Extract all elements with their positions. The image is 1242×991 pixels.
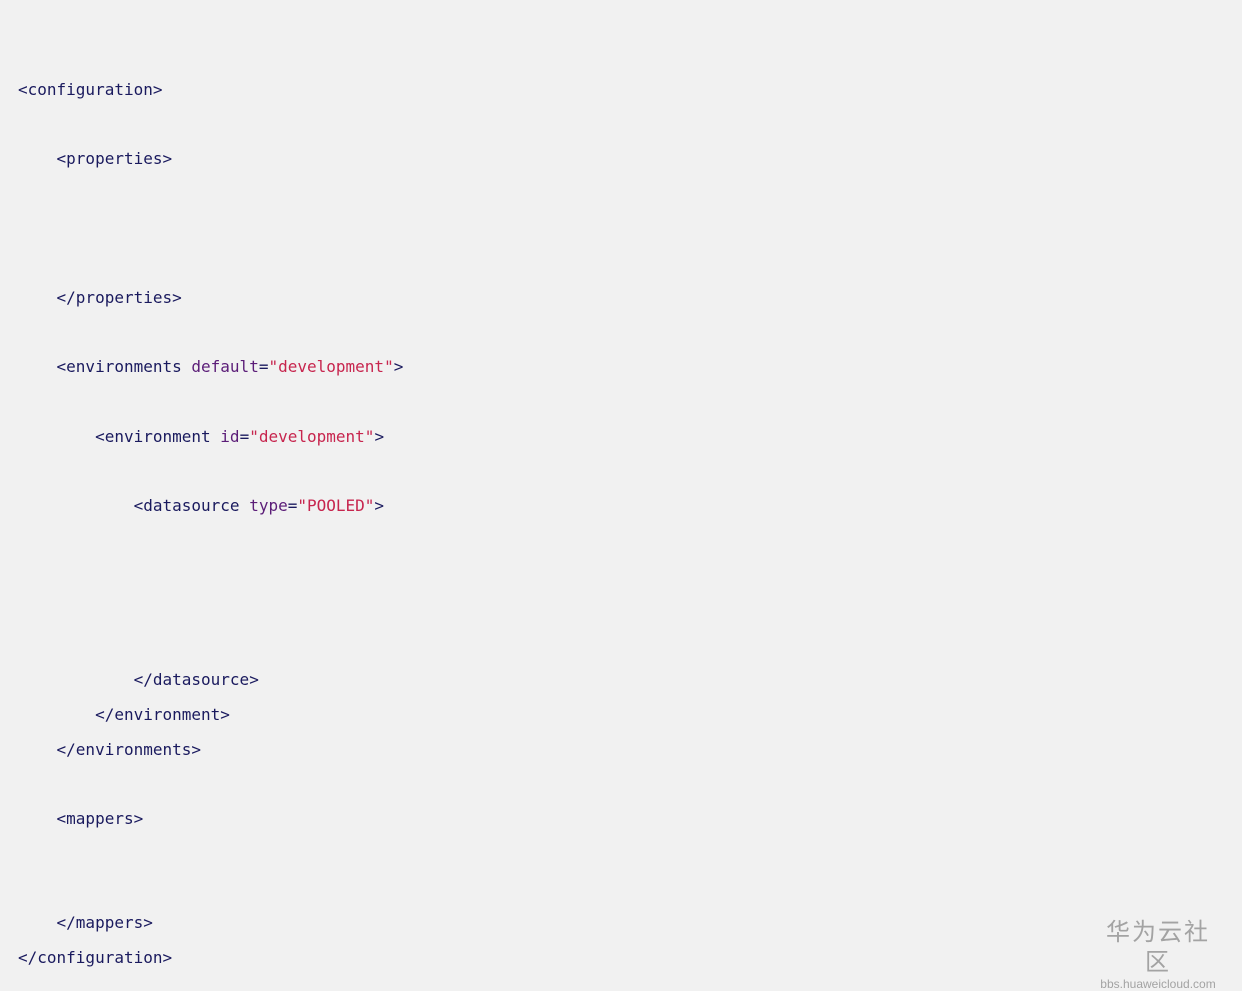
xml-tag-token: </configuration> [18,948,173,967]
xml-tag-token: > [393,357,404,376]
xml-tag-token: </mappers> [56,913,153,932]
xml-tag-token: > [374,496,385,515]
xml-tag-token: = [287,496,298,515]
xml-tag-token: <environments [56,357,192,376]
code-line: </datasource> [18,669,259,691]
xml-tag-token: </environment> [95,705,230,724]
code-line: <datasource type="POOLED"> [18,495,384,517]
xml-tag-token: > [374,427,385,446]
code-line: <configuration> [18,79,163,101]
xml-tag-token: </environments> [56,740,202,759]
xml-value-token: "POOLED" [297,496,375,515]
code-line: </environment> [18,704,230,726]
code-line: </mappers> [18,912,153,934]
code-line: <properties> [18,148,173,170]
xml-value-token: "development" [249,427,375,446]
watermark: 华为云社区 bbs.huaweicloud.com [1094,917,1222,991]
xml-attribute-token: id [220,427,240,446]
watermark-title: 华为云社区 [1106,918,1210,976]
watermark-url: bbs.huaweicloud.com [1100,977,1216,991]
code-line: </properties> [18,287,182,309]
xml-tag-token: <datasource [133,496,250,515]
xml-tag-token: </properties> [56,288,182,307]
code-block: <configuration> <properties> </propertie… [0,0,1242,981]
code-line: <environments default="development"> [18,356,404,378]
xml-value-token: "development" [268,357,394,376]
code-line: </configuration> [18,947,172,969]
xml-tag-token: <mappers> [56,809,144,828]
xml-tag-token: </datasource> [133,670,259,689]
xml-tag-token: <configuration> [18,80,163,99]
xml-attribute-token: type [249,496,288,515]
xml-tag-token: <environment [95,427,221,446]
code-line: </environments> [18,739,202,761]
xml-tag-token: <properties> [56,149,173,168]
xml-attribute-token: default [191,357,259,376]
xml-tag-token: = [239,427,250,446]
code-line: <environment id="development"> [18,426,384,448]
code-line: <mappers> [18,808,144,830]
